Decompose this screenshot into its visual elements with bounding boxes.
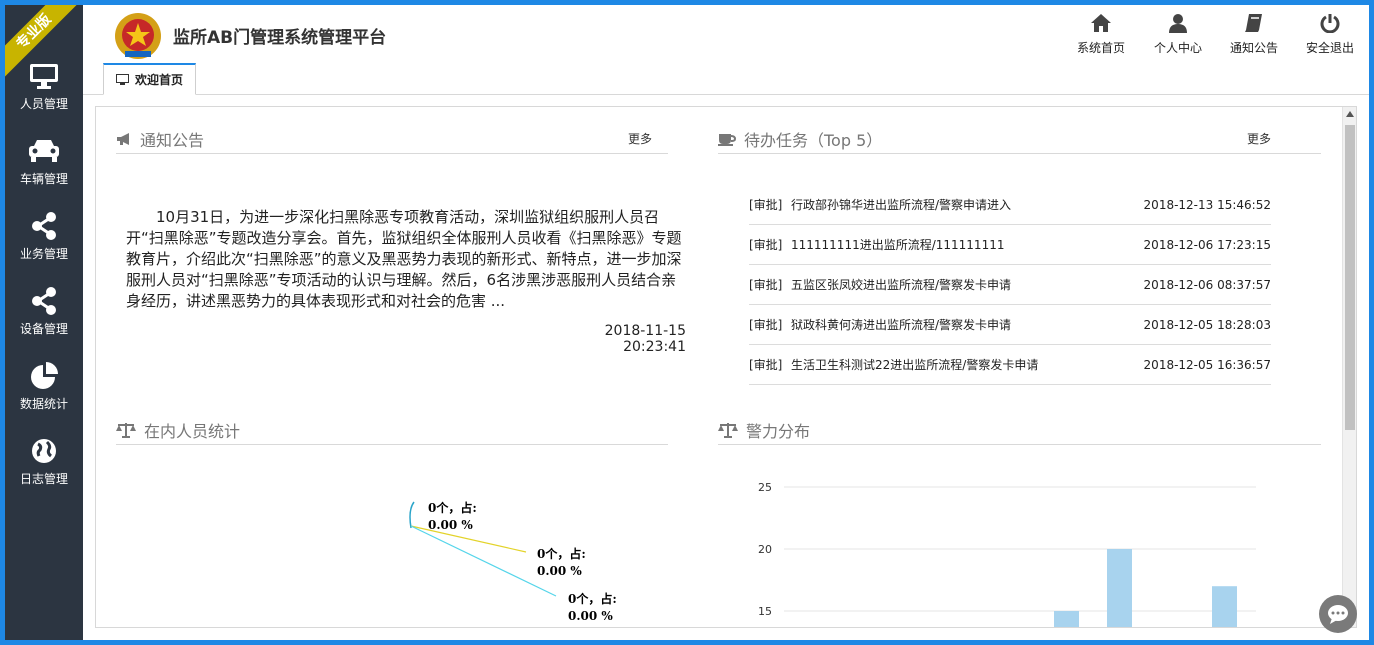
tab-welcome-home[interactable]: 欢迎首页 [103, 63, 197, 95]
home-icon [1091, 14, 1111, 32]
task-row[interactable]: [审批] 狱政科黄何涛进出监所流程/警察发卡申请 2018-12-05 18:2… [749, 305, 1271, 345]
stats-panel-header: 在内人员统计 [116, 415, 668, 445]
sidebar: 专业版 人员管理 车辆管理 业务管理 设备管理 数据统计 日志管理 [5, 5, 83, 640]
sidebar-item-label: 设备管理 [19, 322, 68, 336]
task-tag: [审批] [749, 318, 783, 332]
task-title: 111111111进出监所流程/111111111 [791, 238, 1005, 252]
notice-content: 10月31日，为进一步深化扫黑除恶专项教育活动，深圳监狱组织服刑人员召开“扫黑除… [126, 208, 682, 310]
task-time: 2018-12-05 16:36:57 [1143, 357, 1271, 372]
stats-label-count: 0个，占: [428, 501, 477, 515]
y-tick-label: 15 [758, 605, 772, 618]
task-time: 2018-12-06 08:37:57 [1143, 277, 1271, 292]
action-label: 系统首页 [1076, 41, 1125, 55]
sidebar-item-statistics[interactable]: 数据统计 [5, 359, 83, 431]
chat-button[interactable] [1319, 595, 1357, 633]
coffee-cup-icon [718, 133, 736, 146]
task-row[interactable]: [审批] 生活卫生科测试22进出监所流程/警察发卡申请 2018-12-05 1… [749, 345, 1271, 385]
sidebar-item-label: 数据统计 [19, 397, 68, 411]
y-tick-label: 20 [758, 543, 772, 556]
notice-time: 2018-11-15 20:23:41 [604, 323, 686, 355]
notice-panel-header: 通知公告 更多 [116, 124, 668, 154]
tasks-more-link[interactable]: 更多 [1247, 130, 1271, 147]
scale-icon [116, 422, 136, 438]
task-tag: [审批] [749, 238, 783, 252]
stats-label-percent: 0.00 % [568, 609, 613, 623]
action-label: 个人中心 [1153, 41, 1202, 55]
sidebar-item-business[interactable]: 业务管理 [5, 209, 83, 281]
police-panel-header: 警力分布 [718, 415, 1321, 445]
task-tag: [审批] [749, 198, 783, 212]
chat-bubble-icon [1328, 605, 1348, 624]
sidebar-item-devices[interactable]: 设备管理 [5, 284, 83, 356]
stats-label-count: 0个，占: [537, 547, 586, 561]
sidebar-item-label: 车辆管理 [19, 172, 68, 186]
sidebar-item-vehicles[interactable]: 车辆管理 [5, 134, 83, 206]
notice-button[interactable]: 通知公告 [1222, 13, 1286, 56]
police-bar-chart: 25 20 15 [758, 481, 1256, 627]
police-title: 警力分布 [746, 421, 811, 441]
sidebar-item-label: 日志管理 [19, 472, 68, 486]
tasks-title: 待办任务（Top 5） [744, 130, 883, 150]
sidebar-item-logs[interactable]: 日志管理 [5, 434, 83, 506]
pie-chart-icon [31, 362, 58, 389]
chart-bars [1054, 549, 1237, 627]
user-icon [1169, 14, 1187, 33]
monitor-icon [116, 73, 129, 85]
scale-icon [718, 422, 738, 438]
task-time: 2018-12-05 18:28:03 [1143, 317, 1271, 332]
personal-center-button[interactable]: 个人中心 [1146, 13, 1210, 56]
monitor-icon [30, 64, 58, 89]
notice-more-link[interactable]: 更多 [628, 130, 652, 147]
task-time: 2018-12-13 15:46:52 [1143, 197, 1271, 212]
task-row[interactable]: [审批] 111111111进出监所流程/111111111 2018-12-0… [749, 225, 1271, 265]
tab-label: 欢迎首页 [135, 73, 184, 87]
system-home-button[interactable]: 系统首页 [1069, 13, 1133, 56]
stats-label: 0个，占: 0.00 % [428, 500, 477, 534]
app-window: 专业版 人员管理 车辆管理 业务管理 设备管理 数据统计 日志管理 监所AB门管… [5, 5, 1369, 640]
app-title: 监所AB门管理系统管理平台 [173, 28, 387, 48]
share-icon [32, 212, 56, 240]
megaphone-icon [117, 132, 129, 145]
task-time: 2018-12-06 17:23:15 [1143, 237, 1271, 252]
chart-bar [1054, 611, 1079, 627]
action-label: 通知公告 [1229, 41, 1278, 55]
stats-label: 0个，占: 0.00 % [568, 591, 617, 625]
globe-icon [32, 439, 56, 463]
share-icon [32, 287, 56, 315]
task-tag: [审批] [749, 278, 783, 292]
task-row[interactable]: [审批] 行政部孙锦华进出监所流程/警察申请进入 2018-12-13 15:4… [749, 185, 1271, 225]
stats-label-count: 0个，占: [568, 592, 617, 606]
logout-button[interactable]: 安全退出 [1298, 13, 1362, 56]
power-icon [1320, 14, 1340, 33]
chart-gridlines [784, 486, 1256, 612]
vertical-scrollbar[interactable] [1342, 107, 1356, 627]
task-title: 行政部孙锦华进出监所流程/警察申请进入 [791, 198, 1012, 212]
book-icon [1245, 14, 1262, 32]
stats-title: 在内人员统计 [144, 421, 241, 441]
stats-label-percent: 0.00 % [537, 564, 582, 578]
main-content: 通知公告 更多 10月31日，为进一步深化扫黑除恶专项教育活动，深圳监狱组织服刑… [95, 106, 1357, 628]
task-tag: [审批] [749, 358, 783, 372]
task-row[interactable]: [审批] 五监区张凤姣进出监所流程/警察发卡申请 2018-12-06 08:3… [749, 265, 1271, 305]
notice-title: 通知公告 [140, 130, 205, 150]
sidebar-item-personnel[interactable]: 人员管理 [5, 59, 83, 131]
task-title: 五监区张凤姣进出监所流程/警察发卡申请 [791, 278, 1012, 292]
sidebar-item-label: 人员管理 [19, 97, 68, 111]
scrollbar-thumb[interactable] [1345, 125, 1355, 430]
task-list: [审批] 行政部孙锦华进出监所流程/警察申请进入 2018-12-13 15:4… [749, 185, 1271, 385]
action-label: 安全退出 [1305, 41, 1354, 55]
task-title: 生活卫生科测试22进出监所流程/警察发卡申请 [791, 358, 1039, 372]
chart-bar [1107, 549, 1132, 627]
stats-label-percent: 0.00 % [428, 518, 473, 532]
task-title: 狱政科黄何涛进出监所流程/警察发卡申请 [791, 318, 1012, 332]
y-tick-label: 25 [758, 481, 772, 494]
car-icon [29, 140, 59, 162]
sidebar-item-label: 业务管理 [19, 247, 68, 261]
stats-label: 0个，占: 0.00 % [537, 546, 586, 580]
tasks-panel-header: 待办任务（Top 5） 更多 [718, 124, 1321, 154]
chart-bar [1212, 586, 1237, 627]
scroll-up-icon[interactable] [1346, 111, 1354, 117]
police-emblem-logo [115, 13, 161, 59]
header: 监所AB门管理系统管理平台 欢迎首页 系统首页 个人中心 通知公告 安全退出 [83, 5, 1369, 95]
